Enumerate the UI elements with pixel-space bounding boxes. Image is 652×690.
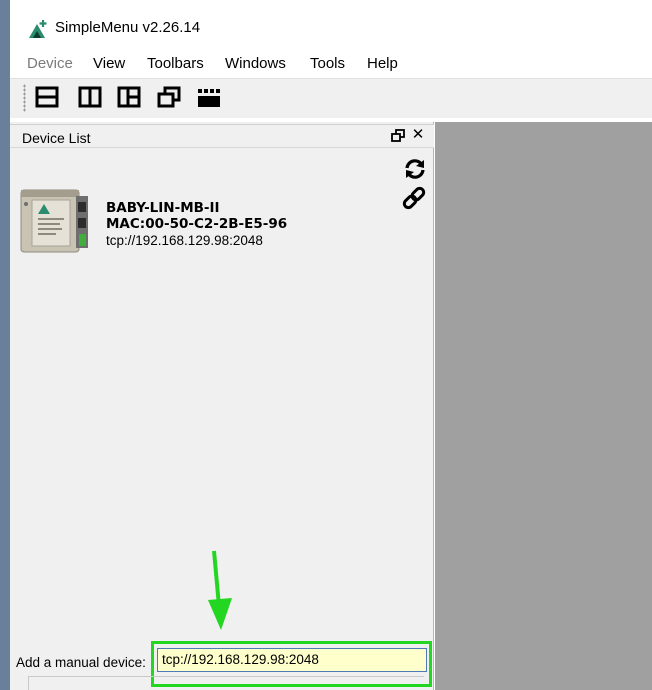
refresh-icon[interactable] — [402, 156, 428, 182]
clapperboard-button[interactable] — [196, 86, 222, 112]
clapperboard-icon — [196, 86, 222, 112]
layout-vertical-icon — [78, 86, 102, 112]
float-panel-icon[interactable] — [390, 128, 406, 144]
device-name: BABY-LIN-MB-II — [106, 200, 220, 216]
menu-tools[interactable]: Tools — [310, 55, 345, 72]
layout-grid-button[interactable] — [116, 86, 142, 112]
panel-bottom-divider — [28, 676, 424, 690]
green-arrow-icon — [200, 548, 240, 633]
close-panel-icon[interactable]: ✕ — [410, 126, 426, 144]
device-list-title: Device List — [22, 130, 91, 146]
menu-view[interactable]: View — [93, 55, 125, 72]
manual-device-label: Add a manual device: — [16, 655, 146, 670]
device-mac: MAC:00-50-C2-2B-E5-96 — [106, 216, 288, 232]
connect-link-icon[interactable] — [400, 184, 428, 212]
cascade-windows-icon — [157, 86, 181, 112]
device-list-item[interactable]: BABY-LIN-MB-II MAC:00-50-C2-2B-E5-96 tcp… — [18, 182, 318, 262]
title-bar: SimpleMenu v2.26.14 — [10, 0, 652, 44]
device-image — [18, 184, 94, 258]
menu-help[interactable]: Help — [367, 55, 398, 72]
device-list-header: Device List ✕ — [10, 124, 434, 148]
cascade-windows-button[interactable] — [156, 86, 182, 112]
menu-toolbars[interactable]: Toolbars — [147, 55, 204, 72]
toolbar-grip[interactable] — [23, 84, 26, 112]
mdi-workspace[interactable] — [435, 122, 652, 690]
device-address: tcp://192.168.129.98:2048 — [106, 233, 263, 248]
menu-device[interactable]: Device — [27, 55, 73, 72]
layout-horizontal-icon — [35, 86, 59, 112]
window-left-edge — [0, 0, 10, 690]
menu-windows[interactable]: Windows — [225, 55, 286, 72]
app-logo-icon — [26, 20, 48, 44]
toolbar — [10, 78, 652, 118]
manual-device-input[interactable]: tcp://192.168.129.98:2048 — [157, 648, 427, 672]
layout-horizontal-button[interactable] — [34, 86, 60, 112]
layout-grid-icon — [117, 86, 141, 112]
layout-vertical-button[interactable] — [77, 86, 103, 112]
menu-bar: Device View Toolbars Windows Tools Help — [10, 50, 652, 76]
window-title: SimpleMenu v2.26.14 — [55, 19, 201, 36]
